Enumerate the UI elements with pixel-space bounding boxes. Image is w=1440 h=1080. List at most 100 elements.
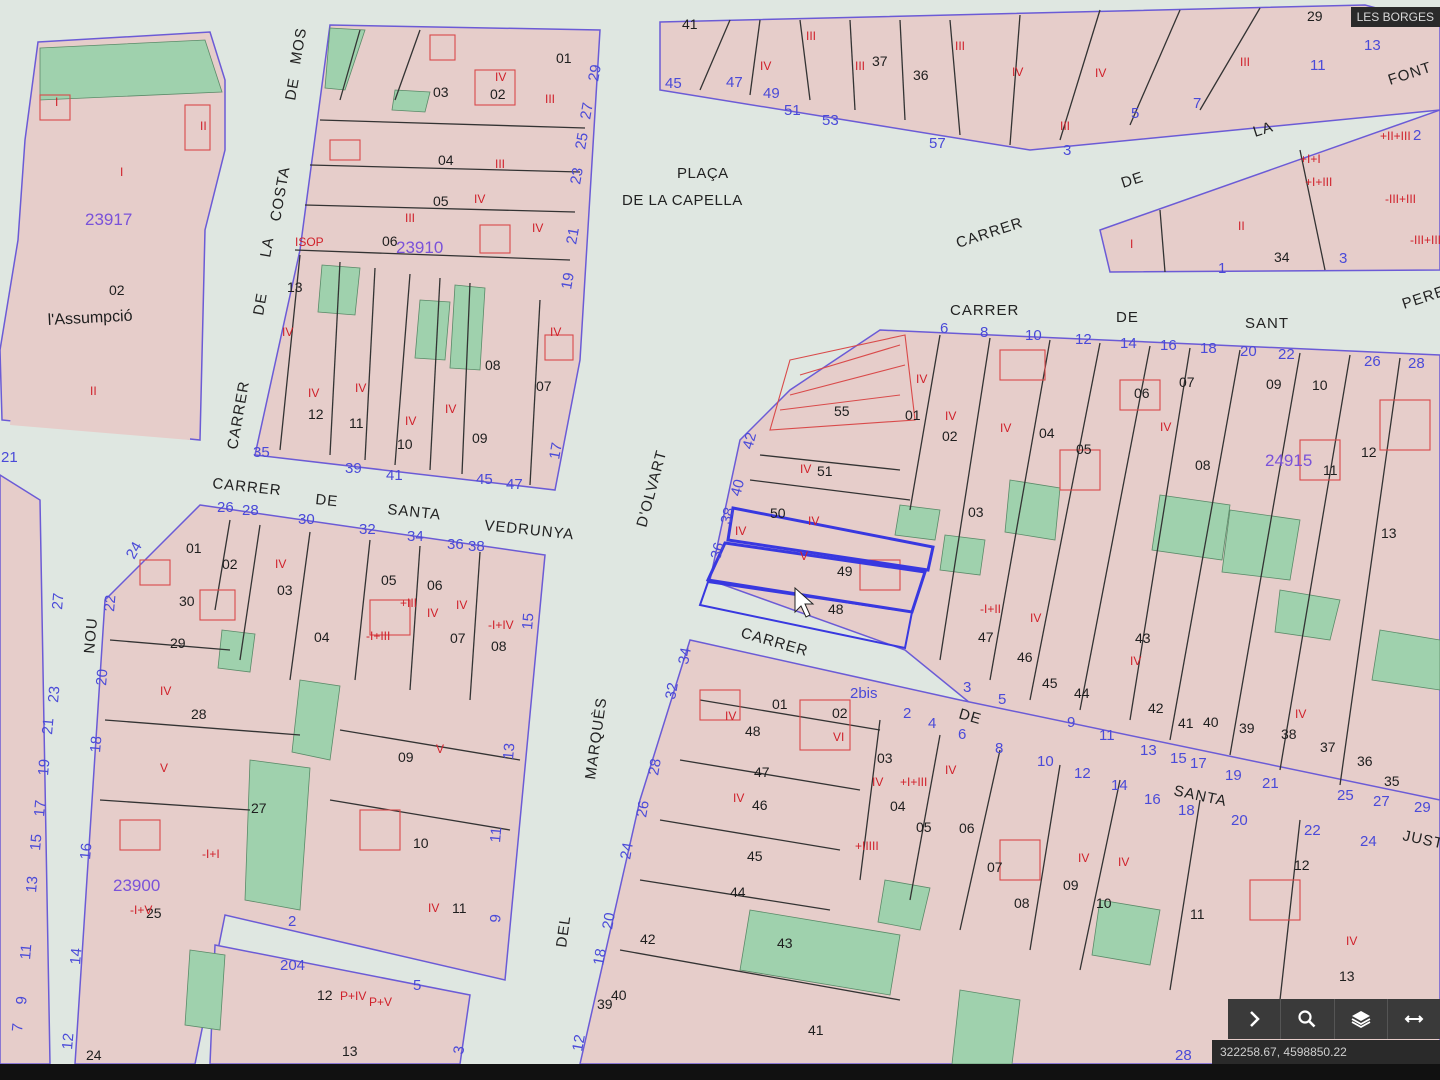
street-number: 11 bbox=[17, 943, 35, 960]
street-number: 13 bbox=[23, 875, 41, 893]
parcel-number: 30 bbox=[179, 593, 195, 609]
street-number: 16 bbox=[1144, 791, 1161, 808]
street-number: 25 bbox=[572, 131, 592, 150]
search-button[interactable] bbox=[1281, 999, 1335, 1039]
parcel-number: 47 bbox=[978, 629, 994, 645]
floor-count: IV bbox=[474, 192, 485, 206]
floor-count: IV bbox=[760, 59, 771, 73]
street-number: 7 bbox=[9, 1023, 27, 1033]
street-number: 32 bbox=[359, 521, 376, 538]
parcel-number: 45 bbox=[747, 848, 763, 864]
street-number: 5 bbox=[413, 977, 421, 994]
floor-count: -III+III bbox=[1410, 233, 1440, 247]
street-number: 12 bbox=[569, 1033, 589, 1052]
street-label: CARRER bbox=[212, 475, 283, 499]
block-number: 23917 bbox=[85, 210, 132, 229]
block-top-center bbox=[659, 4, 1440, 151]
parcel-number: 08 bbox=[485, 357, 501, 373]
plaza-label-line1: PLAÇA bbox=[677, 165, 729, 182]
floor-count: IV bbox=[495, 70, 506, 84]
parcel-number: 37 bbox=[1320, 739, 1336, 755]
street-number: 3 bbox=[1063, 142, 1071, 159]
floor-count: II bbox=[90, 384, 97, 398]
street-number: 21 bbox=[1262, 775, 1279, 792]
floor-count: IV bbox=[532, 221, 543, 235]
parcel-number: 50 bbox=[770, 505, 786, 521]
street-number: 34 bbox=[407, 528, 424, 545]
street-number: 16 bbox=[77, 842, 95, 860]
floor-count: IV bbox=[160, 684, 171, 698]
street-number: 29 bbox=[585, 63, 605, 82]
street-number: 20 bbox=[1231, 812, 1248, 829]
street-label: D'OLVART bbox=[633, 448, 670, 529]
street-number: 21 bbox=[563, 226, 583, 245]
street-number: 19 bbox=[1225, 767, 1242, 784]
street-label: NOU bbox=[81, 617, 101, 655]
floor-count: IV bbox=[800, 462, 811, 476]
street-number: 15 bbox=[1170, 750, 1187, 767]
street-number: 21 bbox=[39, 717, 57, 735]
parcel-number: 36 bbox=[913, 67, 929, 83]
street-number: 10 bbox=[1037, 753, 1054, 770]
street-number: 32 bbox=[662, 681, 682, 700]
street-label: CARRER bbox=[224, 379, 253, 450]
street-number: 20 bbox=[1240, 343, 1257, 360]
cadastral-map[interactable]: PLAÇA DE LA CAPELLA CARRER DE LA FONT CA… bbox=[0, 0, 1440, 1080]
parcel-number: 42 bbox=[640, 931, 656, 947]
street-number: 26 bbox=[633, 799, 653, 818]
floor-count: -I+II bbox=[980, 602, 1001, 616]
parcel-number: 03 bbox=[433, 84, 449, 100]
parcel-number: 08 bbox=[491, 638, 507, 654]
floor-count: IV bbox=[428, 901, 439, 915]
floor-count: IV bbox=[282, 325, 293, 339]
green-area bbox=[1004, 479, 1061, 541]
street-number: 14 bbox=[1111, 777, 1128, 794]
parcel-number: 11 bbox=[349, 415, 364, 431]
street-number: 4 bbox=[928, 715, 936, 732]
street-number: 18 bbox=[1178, 802, 1195, 819]
street-number: 11 bbox=[1099, 727, 1115, 744]
parcel-number: 10 bbox=[413, 835, 429, 851]
parcel-number: 28 bbox=[191, 706, 207, 722]
parcel-number: 02 bbox=[222, 556, 238, 572]
parcel-number: 41 bbox=[1178, 715, 1194, 731]
block-number: 23900 bbox=[113, 876, 160, 895]
street-number: 16 bbox=[1160, 337, 1177, 354]
floor-count: III bbox=[545, 92, 555, 106]
measure-button[interactable] bbox=[1388, 999, 1440, 1039]
floor-count: II bbox=[1238, 219, 1245, 233]
floor-count: P+IV bbox=[340, 989, 366, 1003]
parcel-number: 36 bbox=[1357, 753, 1373, 769]
parcel-number: 07 bbox=[536, 378, 552, 394]
floor-count: -I+I bbox=[202, 847, 220, 861]
green-area bbox=[217, 629, 256, 673]
street-number: 19 bbox=[558, 271, 578, 290]
parcel-number: 01 bbox=[186, 540, 202, 556]
parcel-number: 09 bbox=[1063, 877, 1079, 893]
parcel-number: 05 bbox=[916, 819, 932, 835]
parcel-number: 07 bbox=[987, 859, 1003, 875]
parcel-number: 46 bbox=[1017, 649, 1033, 665]
floor-count: IV bbox=[275, 557, 286, 571]
green-area bbox=[894, 504, 941, 541]
street-number: 15 bbox=[519, 612, 537, 630]
street-number: 34 bbox=[675, 646, 695, 665]
parcel-number: 06 bbox=[959, 820, 975, 836]
floor-count: -I+IV bbox=[488, 618, 514, 632]
street-number: 27 bbox=[49, 592, 67, 610]
parcel-number: 40 bbox=[1203, 714, 1219, 730]
street-number: 11 bbox=[1310, 57, 1326, 74]
parcel-number: 06 bbox=[382, 233, 398, 249]
green-area bbox=[939, 534, 986, 576]
parcel-number: 05 bbox=[433, 193, 449, 209]
parcel-number: 02 bbox=[490, 86, 506, 102]
map-canvas[interactable]: PLAÇA DE LA CAPELLA CARRER DE LA FONT CA… bbox=[0, 0, 1440, 1080]
parcel-number: 02 bbox=[109, 282, 125, 298]
layers-button[interactable] bbox=[1335, 999, 1388, 1039]
floor-count: II bbox=[200, 119, 207, 133]
floor-count: +I+III bbox=[900, 775, 927, 789]
street-number: 15 bbox=[27, 833, 45, 851]
street-number: 24 bbox=[1360, 833, 1377, 850]
street-number: 3 bbox=[963, 679, 971, 696]
expand-panel-button[interactable] bbox=[1228, 999, 1282, 1039]
